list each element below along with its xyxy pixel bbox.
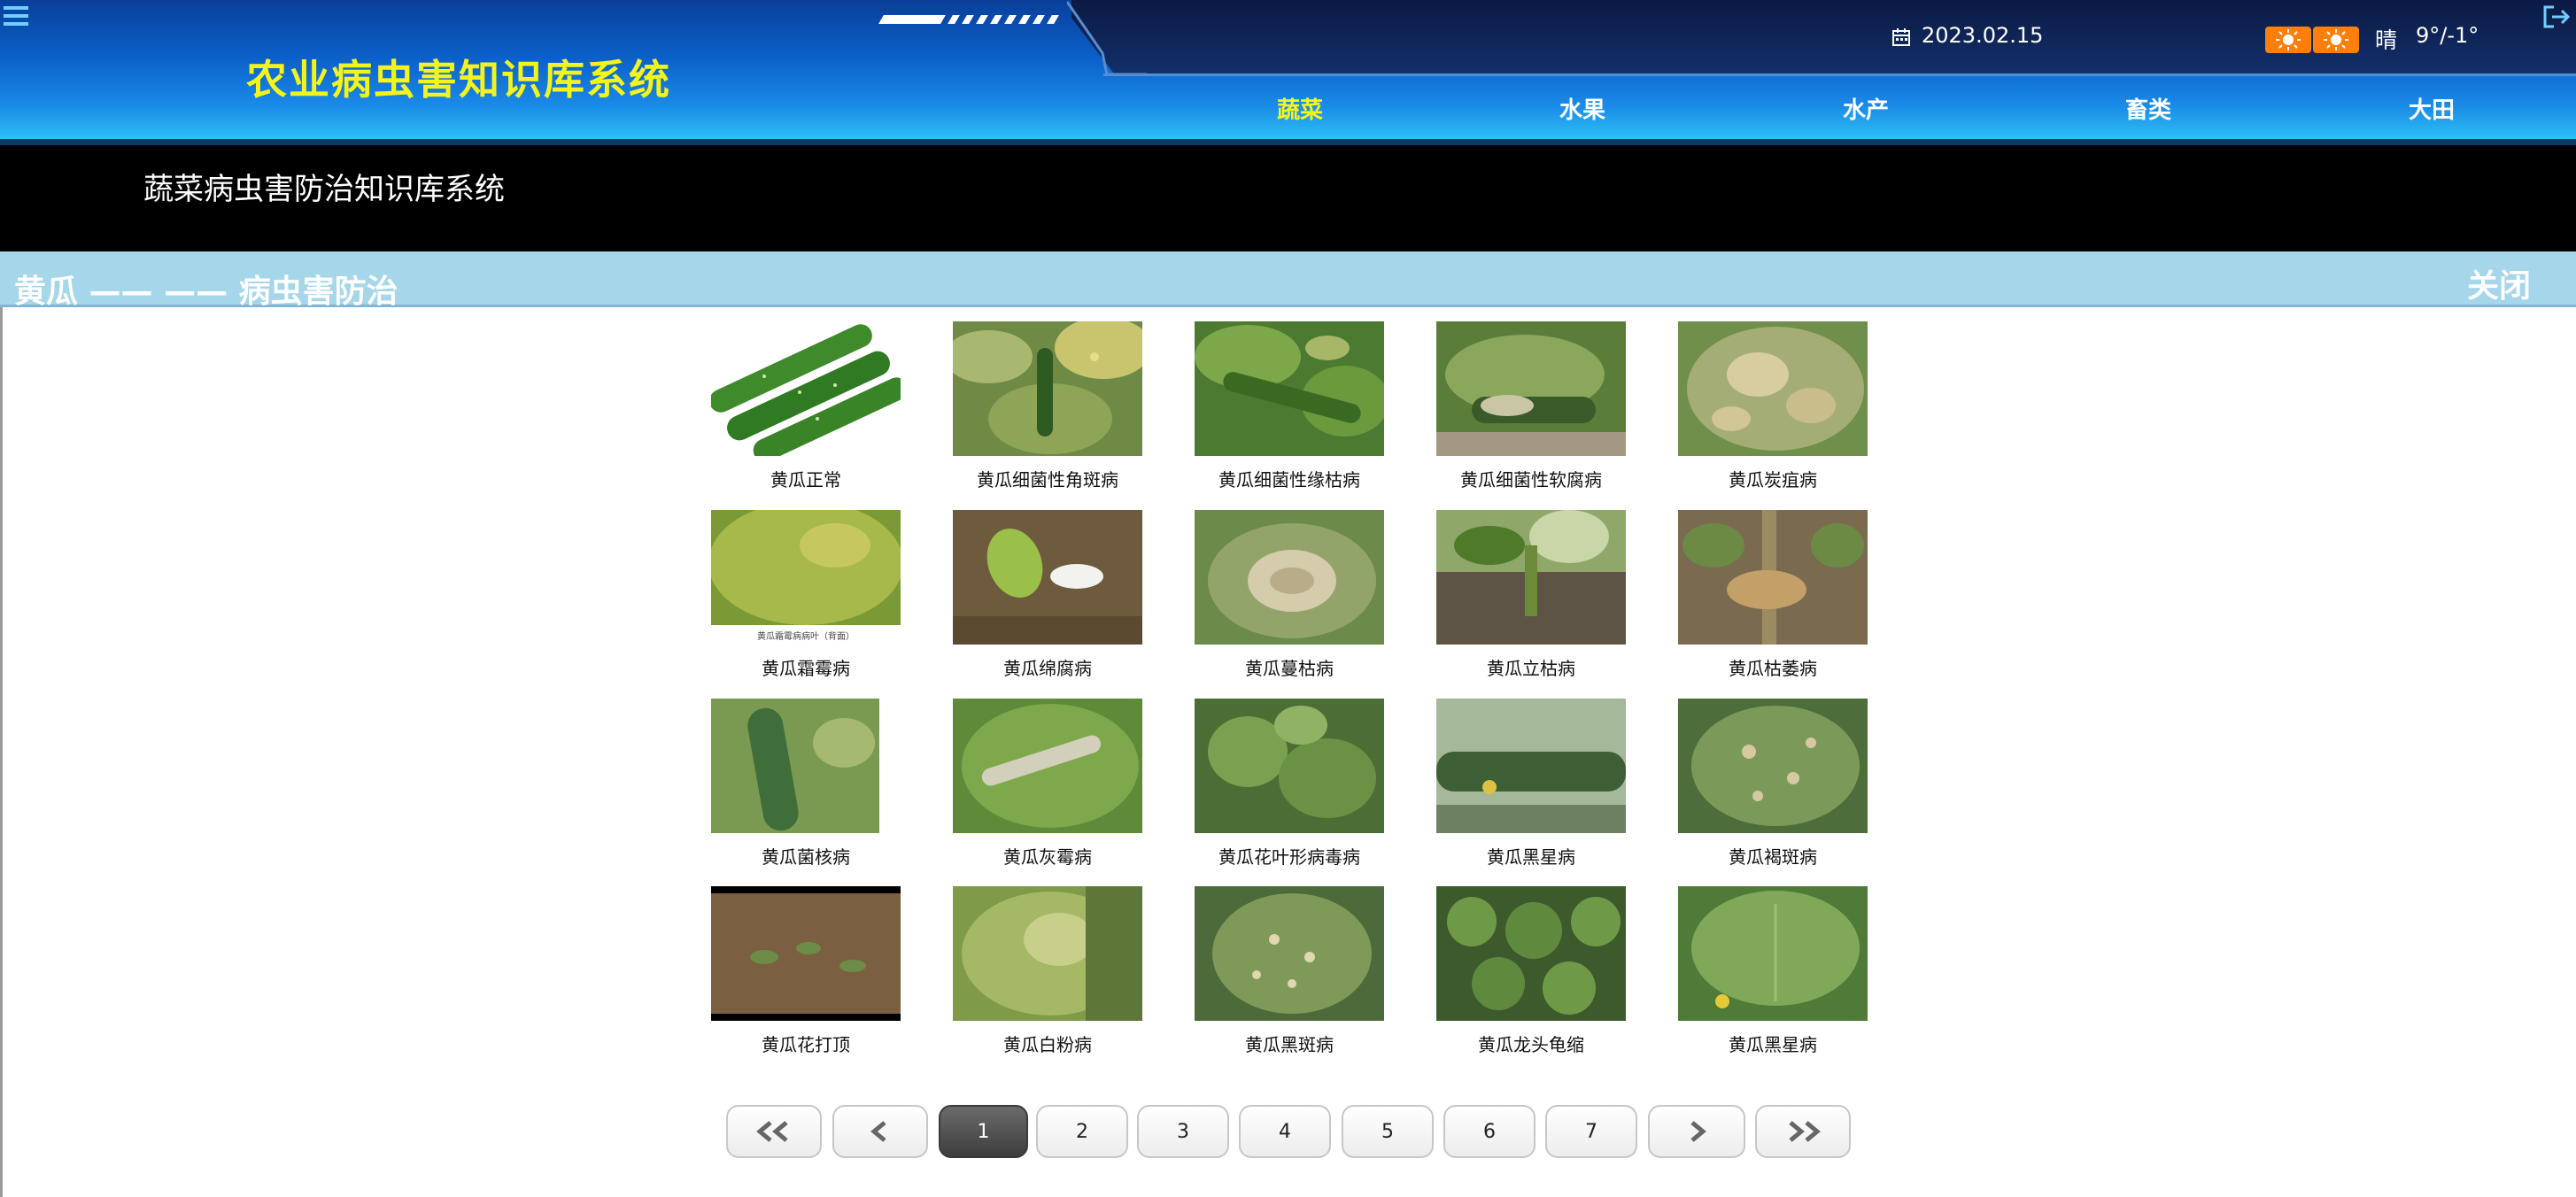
disease-card[interactable]: 黄瓜黑星病 <box>1678 886 1868 1055</box>
disease-label: 黄瓜花叶形病毒病 <box>1218 846 1360 868</box>
system-subtitle: 蔬菜病虫害防治知识库系统 <box>143 172 505 207</box>
disease-card[interactable]: 黄瓜花叶形病毒病 <box>1195 699 1384 868</box>
disease-card[interactable]: 黄瓜黑星病 <box>1436 699 1626 868</box>
disease-label: 黄瓜灰霉病 <box>1003 846 1092 868</box>
disease-label: 黄瓜细菌性角斑病 <box>977 469 1118 490</box>
disease-label: 黄瓜菌核病 <box>762 846 850 868</box>
disease-label: 黄瓜黑星病 <box>1729 1034 1817 1055</box>
disease-label: 黄瓜褐斑病 <box>1729 846 1817 868</box>
disease-thumbnail[interactable] <box>1436 510 1626 645</box>
first-page-button[interactable] <box>726 1105 822 1158</box>
disease-card[interactable]: 黄瓜灰霉病 <box>953 699 1142 868</box>
disease-label: 黄瓜花打顶 <box>762 1034 850 1055</box>
header-slash-decoration <box>1067 1 1147 76</box>
next-page-button[interactable] <box>1648 1105 1745 1158</box>
calendar-icon <box>1892 28 1910 46</box>
disease-card[interactable]: 黄瓜正常 <box>711 321 901 490</box>
disease-card[interactable]: 黄瓜黑斑病 <box>1195 886 1384 1055</box>
disease-thumbnail[interactable] <box>1436 321 1626 456</box>
disease-label: 黄瓜细菌性缘枯病 <box>1218 469 1360 490</box>
disease-thumbnail[interactable] <box>953 510 1142 645</box>
disease-label: 黄瓜正常 <box>770 469 841 490</box>
disease-label: 黄瓜龙头龟缩 <box>1478 1034 1584 1055</box>
header-decoration-bars <box>878 14 1059 25</box>
weather-condition: 晴 <box>2375 27 2398 53</box>
last-page-button[interactable] <box>1755 1105 1851 1158</box>
nav-aquatic[interactable]: 水产 <box>1804 92 1928 125</box>
disease-card[interactable]: 黄瓜炭疽病 <box>1678 321 1868 490</box>
temperature: 9°/-1° <box>2416 23 2479 48</box>
sun-icon <box>2313 27 2359 53</box>
disease-card[interactable]: 黄瓜褐斑病 <box>1678 699 1868 868</box>
current-date: 2023.02.15 <box>1922 23 2044 48</box>
section-title: 黄瓜 —— —— 病虫害防治 <box>14 274 398 310</box>
disease-thumbnail[interactable] <box>711 321 901 456</box>
disease-card[interactable]: 黄瓜菌核病 <box>711 699 901 868</box>
disease-label: 黄瓜炭疽病 <box>1729 469 1817 490</box>
disease-card[interactable]: 黄瓜立枯病 <box>1436 510 1626 679</box>
disease-thumbnail[interactable] <box>1678 699 1868 833</box>
disease-card[interactable]: 黄瓜细菌性软腐病 <box>1436 321 1626 490</box>
disease-label: 黄瓜黑星病 <box>1487 846 1575 868</box>
close-button[interactable]: 关闭 <box>2467 260 2531 306</box>
chevron-left-icon <box>870 1121 886 1142</box>
page-button-2[interactable]: 2 <box>1036 1105 1128 1158</box>
disease-thumbnail[interactable] <box>953 699 1142 833</box>
nav-field-crops[interactable]: 大田 <box>2370 92 2494 125</box>
disease-thumbnail[interactable]: 黄瓜霜霉病病叶（背面） <box>711 510 901 645</box>
disease-label: 黄瓜细菌性软腐病 <box>1460 469 1602 490</box>
prev-page-button[interactable] <box>832 1105 928 1158</box>
disease-thumbnail[interactable] <box>953 321 1142 456</box>
nav-livestock[interactable]: 畜类 <box>2086 92 2210 125</box>
disease-thumbnail[interactable] <box>1678 321 1868 456</box>
disease-thumbnail[interactable] <box>1195 510 1384 645</box>
disease-label: 黄瓜蔓枯病 <box>1245 658 1334 679</box>
disease-label: 黄瓜白粉病 <box>1003 1034 1092 1055</box>
nav-fruits[interactable]: 水果 <box>1520 92 1644 125</box>
disease-card[interactable]: 黄瓜细菌性角斑病 <box>953 321 1142 490</box>
menu-icon[interactable] <box>2 4 30 28</box>
disease-thumbnail[interactable] <box>1195 886 1384 1021</box>
page-button-5[interactable]: 5 <box>1342 1105 1434 1158</box>
disease-label: 黄瓜霜霉病 <box>762 658 850 679</box>
disease-label: 黄瓜绵腐病 <box>1003 658 1092 679</box>
app-title: 农业病虫害知识库系统 <box>246 56 671 104</box>
disease-thumbnail[interactable] <box>1195 321 1384 456</box>
chevron-right-icon <box>1690 1121 1706 1142</box>
disease-label: 黄瓜枯萎病 <box>1729 658 1817 679</box>
disease-thumbnail[interactable] <box>711 886 901 1021</box>
thumbnail-caption: 黄瓜霜霉病病叶（背面） <box>757 630 855 642</box>
disease-card[interactable]: 黄瓜霜霉病病叶（背面） 黄瓜霜霉病 <box>711 510 901 679</box>
disease-card[interactable]: 黄瓜花打顶 <box>711 886 901 1055</box>
double-chevron-left-icon <box>756 1121 788 1142</box>
disease-card[interactable]: 黄瓜绵腐病 <box>953 510 1142 679</box>
logout-icon[interactable] <box>2541 4 2572 30</box>
page-button-4[interactable]: 4 <box>1239 1105 1331 1158</box>
header-divider <box>1103 73 2576 76</box>
disease-thumbnail[interactable] <box>1436 699 1626 833</box>
page-button-7[interactable]: 7 <box>1545 1105 1637 1158</box>
disease-thumbnail[interactable] <box>1436 886 1626 1021</box>
disease-card[interactable]: 黄瓜细菌性缘枯病 <box>1195 321 1384 490</box>
content-left-border <box>0 307 3 1197</box>
top-header: 农业病虫害知识库系统 2023.02.15 晴 9°/-1° 蔬菜 水果 水产 … <box>0 0 2576 142</box>
nav-vegetables[interactable]: 蔬菜 <box>1238 92 1362 125</box>
disease-thumbnail[interactable] <box>1195 699 1384 833</box>
disease-thumbnail[interactable] <box>711 699 901 833</box>
disease-thumbnail[interactable] <box>953 886 1142 1021</box>
disease-card[interactable]: 黄瓜龙头龟缩 <box>1436 886 1626 1055</box>
disease-label: 黄瓜黑斑病 <box>1245 1034 1334 1055</box>
sun-icon <box>2265 27 2311 53</box>
disease-label: 黄瓜立枯病 <box>1487 658 1575 679</box>
disease-card[interactable]: 黄瓜蔓枯病 <box>1195 510 1384 679</box>
disease-thumbnail[interactable] <box>1678 510 1868 645</box>
double-chevron-right-icon <box>1789 1121 1821 1142</box>
page-button-6[interactable]: 6 <box>1443 1105 1536 1158</box>
disease-card[interactable]: 黄瓜白粉病 <box>953 886 1142 1055</box>
page-button-3[interactable]: 3 <box>1137 1105 1229 1158</box>
disease-card[interactable]: 黄瓜枯萎病 <box>1678 510 1868 679</box>
disease-thumbnail[interactable] <box>1678 886 1868 1021</box>
page-button-1[interactable]: 1 <box>939 1105 1028 1158</box>
